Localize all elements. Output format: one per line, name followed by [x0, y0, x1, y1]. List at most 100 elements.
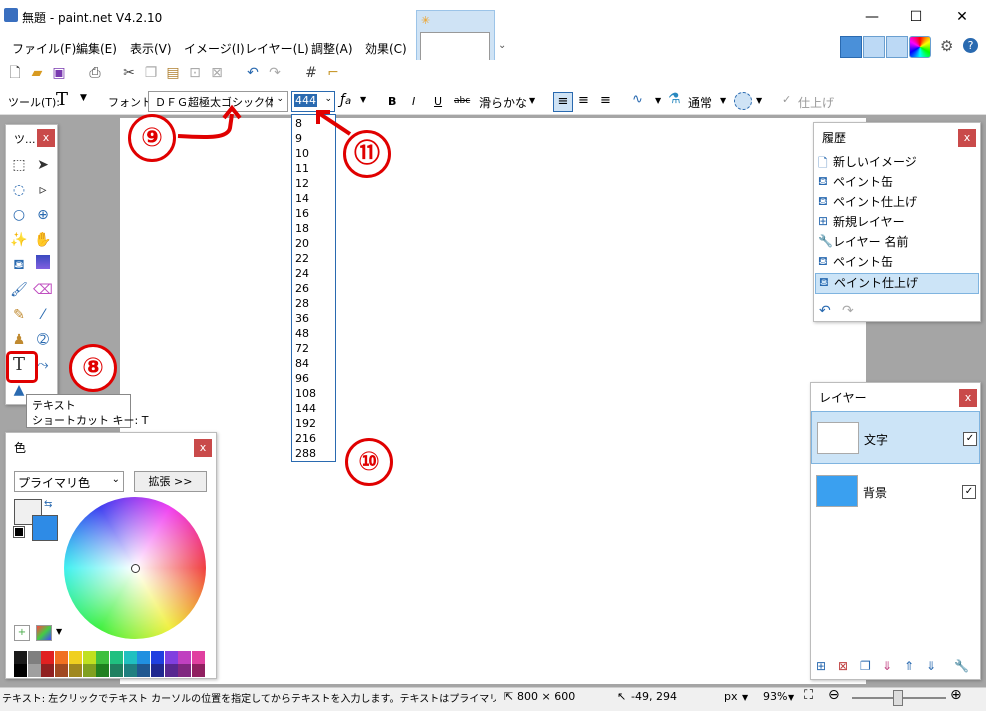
palette-swatch[interactable] [178, 664, 192, 677]
font-size-option[interactable]: 24 [295, 266, 309, 281]
palette-swatch[interactable] [151, 651, 164, 664]
redo-icon[interactable]: ↷ [266, 64, 284, 82]
font-size-option[interactable]: 16 [295, 206, 309, 221]
antialias-dropdown-icon[interactable]: ▼ [655, 96, 661, 105]
new-file-icon[interactable]: 🗋 [6, 64, 24, 82]
palette-menu-icon[interactable] [36, 625, 52, 641]
zoom-icon[interactable]: ⊕ [33, 205, 53, 225]
palette-swatch[interactable] [123, 664, 137, 677]
palette-swatch[interactable] [192, 664, 206, 677]
align-left-icon[interactable]: ≡ [553, 92, 573, 112]
font-size-option[interactable]: 28 [295, 296, 309, 311]
palette-swatch[interactable] [164, 651, 178, 664]
gear-icon[interactable]: ⚙ [940, 37, 953, 55]
history-item[interactable]: ⛾ ペイント仕上げ [815, 193, 977, 212]
palette-dropdown-icon[interactable]: ▼ [56, 627, 62, 636]
paint-bucket-icon[interactable]: ⛾ [9, 255, 29, 275]
history-item[interactable]: ⛾ ペイント缶 [815, 173, 977, 192]
font-family-icon[interactable]: ƒa [340, 92, 351, 108]
rectangle-select-icon[interactable]: ⬚ [9, 155, 29, 175]
history-item[interactable]: ⊞ 新規レイヤー [815, 213, 977, 232]
align-center-icon[interactable]: ≡ [578, 93, 589, 108]
expand-button[interactable]: 拡張 >> [134, 471, 207, 492]
tools-panel-close-button[interactable]: x [37, 129, 55, 147]
tool-dropdown-icon[interactable]: ▼ [80, 93, 87, 103]
menu-effects[interactable]: 効果(C) [365, 40, 407, 57]
antialias-icon[interactable]: ∿ [632, 92, 643, 107]
swap-colors-icon[interactable]: ⇆ [44, 499, 52, 510]
clipping-dropdown-icon[interactable]: ▼ [756, 96, 762, 105]
move-selected-icon[interactable]: ➤ [33, 155, 53, 175]
palette-swatch[interactable] [27, 651, 41, 664]
palette-swatch[interactable] [68, 651, 82, 664]
clipping-icon[interactable] [734, 92, 752, 110]
color-mode-select[interactable]: プライマリ色 ⌄ [14, 471, 124, 492]
duplicate-layer-icon[interactable]: ❐ [860, 659, 871, 673]
font-size-option[interactable]: 26 [295, 281, 309, 296]
crop-icon[interactable]: ⊡ [186, 64, 204, 82]
print-icon[interactable]: ⎙ [86, 64, 104, 82]
palette-swatch[interactable] [151, 664, 164, 677]
menu-file[interactable]: ファイル(F) [12, 40, 76, 57]
smoothing-select[interactable]: 滑らかな [479, 94, 527, 111]
pan-hand-icon[interactable]: ✋ [33, 230, 53, 250]
menu-edit[interactable]: 編集(E) [76, 40, 117, 57]
font-size-option[interactable]: 8 [295, 116, 302, 131]
font-family-dropdown-icon[interactable]: ▼ [360, 95, 366, 104]
font-size-option[interactable]: 22 [295, 251, 309, 266]
font-size-option[interactable]: 96 [295, 371, 309, 386]
zoom-in-icon[interactable]: ⊕ [950, 687, 962, 703]
italic-button[interactable]: I [412, 95, 415, 108]
zoom-to-window-icon[interactable]: ⛶ [804, 688, 813, 703]
history-panel-close-button[interactable]: x [958, 129, 976, 147]
history-item[interactable]: ⛾ ペイント仕上げ [815, 273, 979, 294]
move-layer-up-icon[interactable]: ⇑ [904, 659, 914, 673]
zoom-level[interactable]: 93% [763, 690, 787, 703]
add-palette-color-icon[interactable]: + [14, 625, 30, 641]
font-size-option[interactable]: 192 [295, 416, 316, 431]
layers-panel-close-button[interactable]: x [959, 389, 977, 407]
copy-icon[interactable]: ❐ [142, 64, 160, 82]
history-undo-icon[interactable]: ↶ [819, 303, 831, 319]
font-size-dropdown-icon[interactable]: ⌄ [324, 94, 332, 104]
undo-icon[interactable]: ↶ [244, 64, 262, 82]
ellipse-select-icon[interactable]: ○ [9, 205, 29, 225]
magic-wand-icon[interactable]: ✨ [9, 230, 29, 250]
font-size-option[interactable]: 11 [295, 161, 309, 176]
font-size-option[interactable]: 108 [295, 386, 316, 401]
colors-window-toggle-icon[interactable] [909, 36, 931, 58]
palette-swatch[interactable] [178, 651, 192, 664]
open-folder-icon[interactable]: ▰ [28, 64, 46, 82]
font-size-option[interactable]: 14 [295, 191, 309, 206]
palette-swatch[interactable] [137, 664, 151, 677]
history-redo-icon[interactable]: ↷ [842, 303, 854, 319]
font-size-option[interactable]: 288 [295, 446, 316, 461]
palette-swatch[interactable] [96, 651, 110, 664]
minimize-button[interactable]: — [852, 5, 892, 29]
underline-button[interactable]: U [434, 95, 442, 108]
history-item[interactable]: 🔧 レイヤー 名前 [815, 233, 977, 252]
align-right-icon[interactable]: ≡ [600, 93, 611, 108]
layer-visibility-checkbox[interactable]: ✓ [963, 432, 977, 446]
strikethrough-button[interactable]: abc [454, 96, 470, 106]
font-size-option[interactable]: 20 [295, 236, 309, 251]
palette-swatch[interactable] [192, 651, 206, 664]
recolor-icon[interactable]: ➁ [33, 330, 53, 350]
menu-view[interactable]: 表示(V) [130, 40, 172, 57]
font-size-option[interactable]: 18 [295, 221, 309, 236]
zoom-dropdown-icon[interactable]: ▼ [788, 693, 794, 702]
font-size-option[interactable]: 10 [295, 146, 309, 161]
palette-swatch[interactable] [96, 664, 110, 677]
move-layer-down-icon[interactable]: ⇓ [926, 659, 936, 673]
eraser-icon[interactable]: ⌫ [33, 280, 53, 300]
font-size-value[interactable]: 444 [294, 94, 317, 107]
font-size-option[interactable]: 216 [295, 431, 316, 446]
palette-swatch[interactable] [109, 651, 123, 664]
palette-swatch[interactable] [109, 664, 123, 677]
reset-colors-icon[interactable] [13, 526, 25, 538]
palette-swatch[interactable] [14, 651, 27, 664]
merge-layer-icon[interactable]: ⇓ [882, 659, 892, 673]
save-icon[interactable]: ▣ [50, 64, 68, 82]
layer-row-text[interactable]: 文字 ✓ [811, 411, 980, 464]
grid-icon[interactable]: # [302, 64, 320, 82]
